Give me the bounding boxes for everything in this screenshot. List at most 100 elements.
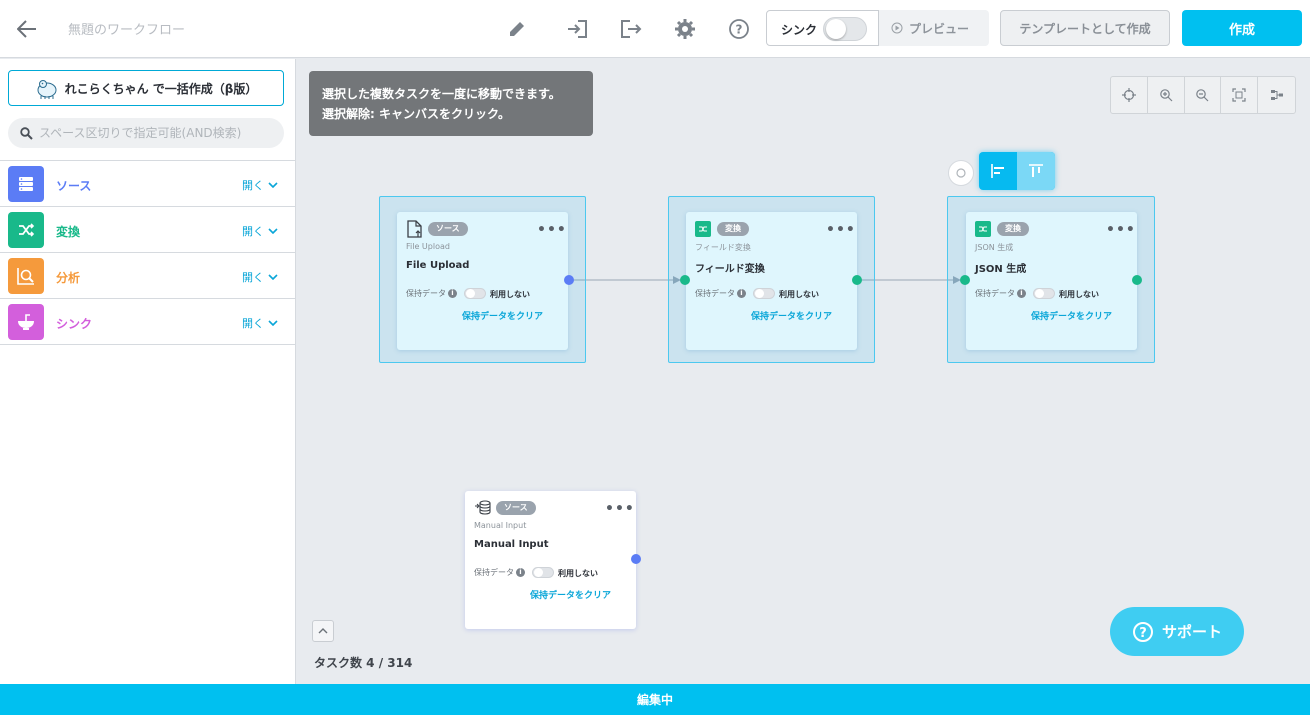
import-icon[interactable] (562, 14, 592, 44)
file-upload-icon (406, 220, 424, 238)
transform-icon (695, 221, 711, 237)
status-text: 編集中 (636, 693, 673, 707)
category-transform[interactable]: 変換 開く (0, 207, 295, 253)
category-list: ソース 開く 変換 開く 分析 開く シンク 開く (0, 160, 295, 345)
task-subtitle: Manual Input (474, 521, 527, 530)
workflow-title[interactable]: 無題のワークフロー (68, 19, 185, 38)
category-source[interactable]: ソース 開く (0, 161, 295, 207)
task-subtitle: File Upload (406, 242, 450, 251)
task-name: フィールド変換 (695, 264, 765, 275)
clear-data-link[interactable]: 保持データをクリア (686, 309, 857, 322)
search-icon (20, 126, 33, 140)
export-icon[interactable] (616, 14, 646, 44)
output-port[interactable] (852, 275, 862, 285)
output-port[interactable] (1132, 275, 1142, 285)
sync-label: シンク (781, 23, 818, 37)
info-icon: i (1017, 289, 1026, 298)
task-name: File Upload (406, 260, 470, 271)
keep-data-label: 保持データ i (406, 288, 457, 299)
task-card-json-generate[interactable]: 変換 ••• JSON 生成 JSON 生成 保持データ i 利用しない 保持デー… (966, 212, 1137, 350)
task-name: Manual Input (474, 539, 549, 550)
search-box (8, 118, 284, 148)
svg-text:?: ? (1139, 626, 1147, 641)
sync-group: シンク プレビュー (766, 10, 989, 46)
category-label: ソース (56, 179, 92, 193)
mascot-icon (37, 80, 57, 99)
workflow-canvas[interactable]: 選択した複数タスクを一度に移動できます。 選択解除: キャンバスをクリック。 ソ… (297, 59, 1310, 684)
chevron-up-icon[interactable] (312, 620, 334, 642)
preview-button[interactable]: プレビュー (878, 10, 989, 46)
sink-icon (8, 304, 44, 340)
output-port[interactable] (631, 554, 641, 564)
ai-bulk-create-label: れこらくちゃん で一括作成（β版） (64, 81, 258, 96)
chevron-down-icon (268, 182, 278, 188)
more-icon[interactable]: ••• (1106, 223, 1136, 237)
use-label: 利用しない (490, 290, 530, 299)
task-name: JSON 生成 (975, 264, 1027, 275)
use-label: 利用しない (779, 290, 819, 299)
template-button[interactable]: テンプレートとして作成 (1000, 10, 1170, 46)
more-icon[interactable]: ••• (826, 223, 856, 237)
toggle-knob (826, 19, 846, 39)
input-port[interactable] (680, 275, 690, 285)
help-icon[interactable]: ? (724, 14, 754, 44)
category-open-toggle[interactable]: 開く (242, 223, 278, 239)
chevron-down-icon (268, 274, 278, 280)
preview-label: プレビュー (909, 21, 970, 36)
more-icon[interactable]: ••• (605, 502, 635, 516)
database-icon (8, 166, 44, 202)
category-open-toggle[interactable]: 開く (242, 269, 278, 285)
chevron-down-icon (268, 228, 278, 234)
keep-data-label: 保持データ i (474, 567, 525, 578)
support-label: サポート (1161, 623, 1222, 641)
category-sink[interactable]: シンク 開く (0, 299, 295, 345)
keep-data-text: 保持データ (474, 568, 514, 577)
category-analysis[interactable]: 分析 開く (0, 253, 295, 299)
status-bar: 編集中 (0, 684, 1310, 715)
use-label: 利用しない (558, 569, 598, 578)
task-card-manual-input[interactable]: ソース ••• Manual Input Manual Input 保持データ i… (465, 491, 636, 629)
task-type-badge: ソース (496, 501, 536, 515)
open-label: 開く (242, 179, 264, 192)
task-card-field-transform[interactable]: 変換 ••• フィールド変換 フィールド変換 保持データ i 利用しない 保持デー… (686, 212, 857, 350)
open-label: 開く (242, 271, 264, 284)
task-type-badge: 変換 (717, 222, 749, 236)
task-subtitle: JSON 生成 (975, 243, 1014, 252)
task-subtitle: フィールド変換 (695, 243, 751, 252)
shuffle-icon (8, 212, 44, 248)
input-port[interactable] (960, 275, 970, 285)
clear-data-link[interactable]: 保持データをクリア (465, 588, 636, 601)
keep-data-toggle[interactable] (464, 288, 486, 299)
keep-data-toggle[interactable] (532, 567, 554, 578)
gear-icon[interactable] (670, 14, 700, 44)
task-type-badge: 変換 (997, 222, 1029, 236)
category-label: 変換 (56, 225, 81, 239)
search-input[interactable] (39, 126, 259, 140)
sidebar: れこらくちゃん で一括作成（β版） ソース 開く 変換 開く (0, 59, 296, 684)
keep-data-toggle[interactable] (753, 288, 775, 299)
use-label: 利用しない (1059, 290, 1099, 299)
header: 無題のワークフロー ? シンク プレビュー テンプレートとして作成 作成 (0, 0, 1310, 58)
output-port[interactable] (564, 275, 574, 285)
support-button[interactable]: ? サポート (1110, 607, 1244, 656)
task-count: タスク数 4 / 314 (314, 656, 413, 670)
category-open-toggle[interactable]: 開く (242, 177, 278, 193)
open-label: 開く (242, 317, 264, 330)
keep-data-toggle[interactable] (1033, 288, 1055, 299)
task-type-badge: ソース (428, 222, 468, 236)
ai-bulk-create-button[interactable]: れこらくちゃん で一括作成（β版） (8, 70, 284, 106)
create-button[interactable]: 作成 (1182, 10, 1302, 46)
keep-data-label: 保持データ i (695, 288, 746, 299)
keep-data-text: 保持データ (975, 289, 1015, 298)
clear-data-link[interactable]: 保持データをクリア (397, 309, 568, 322)
category-open-toggle[interactable]: 開く (242, 315, 278, 331)
back-arrow-icon[interactable] (12, 14, 42, 44)
sync-toggle[interactable] (823, 17, 867, 41)
chevron-down-icon (268, 320, 278, 326)
keep-data-text: 保持データ (406, 289, 446, 298)
more-icon[interactable]: ••• (537, 223, 567, 237)
database-stack-icon (474, 499, 492, 517)
pencil-icon[interactable] (502, 14, 532, 44)
task-card-file-upload[interactable]: ソース ••• File Upload File Upload 保持データ i 利… (397, 212, 568, 350)
clear-data-link[interactable]: 保持データをクリア (966, 309, 1137, 322)
